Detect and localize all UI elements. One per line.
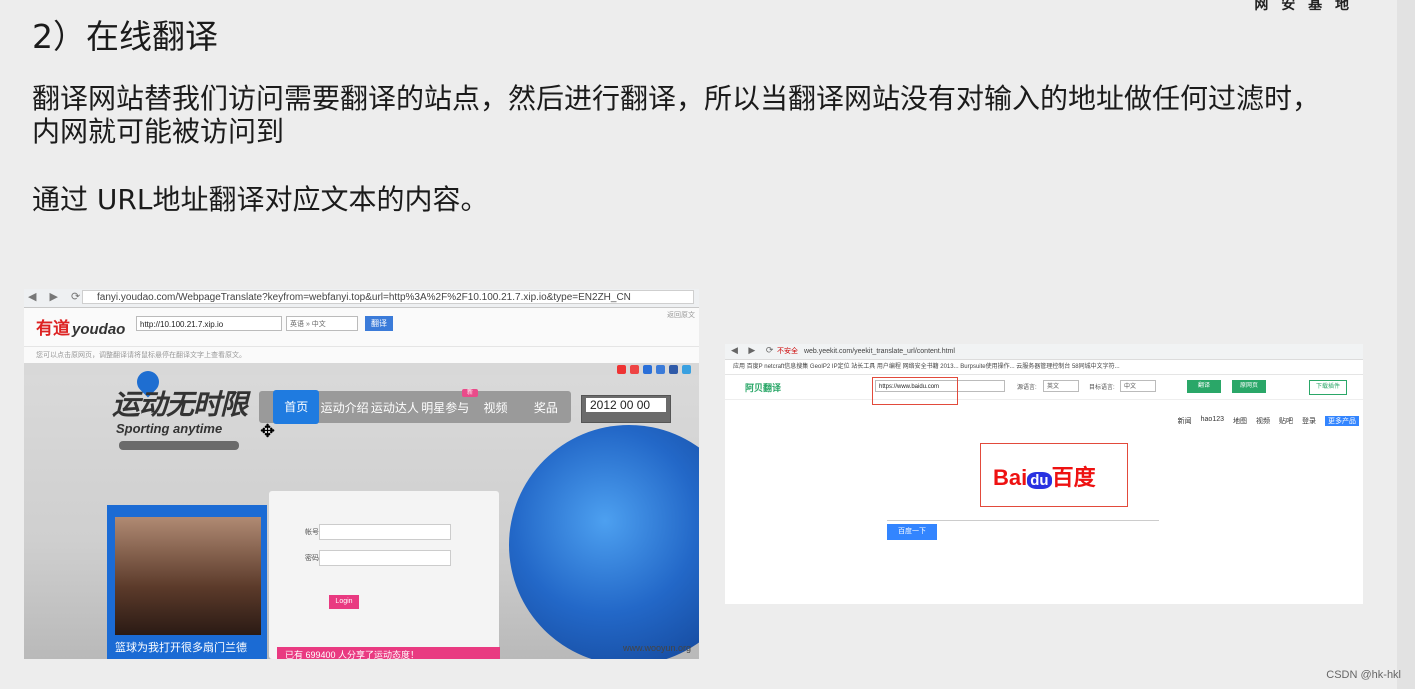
url-text: web.yeekit.com/yeekit_translate_url/cont… <box>803 348 955 355</box>
nav-arrows-icon[interactable]: ◀ ▶ ⟳ <box>28 290 85 303</box>
password-input[interactable] <box>319 550 451 566</box>
new-badge: 新 <box>462 389 478 397</box>
nav-intro[interactable]: 运动介绍 <box>319 399 369 416</box>
baidu-logo: Bai du 百度 <box>993 465 1096 490</box>
baidu-more-products[interactable]: 更多产品 <box>1325 416 1359 426</box>
login-panel: 帐号: 密码: Login 已有 699400 人分享了运动态度！ <box>269 491 500 659</box>
athlete-card[interactable]: 篮球为我打开很多扇门兰德 <box>107 505 267 659</box>
nav-video[interactable]: 视频 <box>470 399 520 416</box>
slide-edge <box>1397 0 1415 689</box>
globe-graphic <box>509 425 699 659</box>
slide-heading: 2）在线翻译 <box>32 17 218 56</box>
download-plugin-button[interactable]: 下载插件 <box>1309 380 1347 395</box>
share-strip <box>24 363 699 375</box>
weibo-icon[interactable] <box>617 365 626 374</box>
url-input[interactable]: http://10.100.21.7.xip.io <box>136 316 282 331</box>
baidu-link-login[interactable]: 登录 <box>1302 416 1316 426</box>
baidu-link-video[interactable]: 视频 <box>1256 416 1270 426</box>
athlete-photo <box>115 517 261 635</box>
nav-stars[interactable]: 明星参与 <box>420 399 470 416</box>
share-count-banner: 已有 699400 人分享了运动态度！ <box>277 647 500 659</box>
browser-chrome: ◀ ▶ ⟳ fanyi.youdao.com/WebpageTranslate?… <box>24 289 699 308</box>
highlight-box <box>872 377 958 405</box>
browser-address-bar[interactable]: 不安全 web.yeekit.com/yeekit_translate_url/… <box>777 346 1187 357</box>
credit-text: CSDN @hk-hkl <box>1326 669 1401 681</box>
nav-prizes[interactable]: 奖品 <box>521 399 571 416</box>
nav-arrows-icon[interactable]: ◀ ▶ ⟳ <box>731 345 777 356</box>
browser-chrome: ◀ ▶ ⟳ 不安全 web.yeekit.com/yeekit_translat… <box>725 344 1363 360</box>
insecure-label: 不安全 <box>777 348 798 355</box>
login-button[interactable]: Login <box>329 595 359 609</box>
tencent-icon[interactable] <box>630 365 639 374</box>
facebook-icon[interactable] <box>669 365 678 374</box>
translated-page: 运动无时限 Sporting anytime 首页 运动介绍 运动达人 明星参与… <box>24 363 699 659</box>
twitter-icon[interactable] <box>682 365 691 374</box>
source-language-select[interactable]: 英文 <box>1043 380 1079 392</box>
athlete-caption: 篮球为我打开很多扇门兰德 <box>115 641 247 654</box>
youdao-logo: 有道 youdao <box>36 319 126 338</box>
kaixin-icon[interactable] <box>656 365 665 374</box>
translate-button[interactable]: 翻译 <box>365 316 393 331</box>
target-language-select[interactable]: 中文 <box>1120 380 1156 392</box>
date-display: 2012 00 00 <box>581 395 671 423</box>
youdao-toolbar: 有道 youdao http://10.100.21.7.xip.io 英语 » … <box>24 308 699 347</box>
baidu-search-button[interactable]: 百度一下 <box>887 524 937 540</box>
account-input[interactable] <box>319 524 451 540</box>
site-nav: 首页 运动介绍 运动达人 明星参与 视频 奖品 <box>259 390 571 424</box>
yeekit-logo: 阿贝翻译 <box>745 383 782 393</box>
target-language-label: 目标语言: <box>1089 385 1115 391</box>
baidu-logo-highlight: Bai du 百度 <box>980 443 1128 507</box>
share-icons <box>617 365 691 374</box>
bookmarks-bar[interactable]: 应用 百度P netcraft信息搜集 GeoIP2 IP定位 站长工具 用户编… <box>725 360 1363 375</box>
yeekit-screenshot: ◀ ▶ ⟳ 不安全 web.yeekit.com/yeekit_translat… <box>725 344 1363 604</box>
slide-paragraph-1: 翻译网站替我们访问需要翻译的站点，然后进行翻译，所以当翻译网站没有对输入的地址做… <box>32 82 1321 148</box>
site-logo: 运动无时限 <box>112 389 248 420</box>
baidu-link-map[interactable]: 地图 <box>1233 416 1247 426</box>
nav-home[interactable]: 首页 <box>273 390 320 424</box>
translate-button[interactable]: 翻译 <box>1187 380 1221 393</box>
source-language-label: 源语言: <box>1017 385 1037 391</box>
renren-icon[interactable] <box>643 365 652 374</box>
youdao-screenshot: ◀ ▶ ⟳ fanyi.youdao.com/WebpageTranslate?… <box>24 289 699 659</box>
language-select[interactable]: 英语 » 中文 <box>286 316 358 331</box>
back-to-original-link[interactable]: 返回原文 <box>667 310 695 320</box>
move-cursor-icon: ✥ <box>260 421 276 441</box>
original-page-button[interactable]: 原网页 <box>1232 380 1266 393</box>
watermark-logo: 网 安 基 地 <box>1254 0 1353 13</box>
baidu-link-hao123[interactable]: hao123 <box>1201 416 1224 426</box>
slide-paragraph-2: 通过 URL地址翻译对应文本的内容。 <box>32 183 489 216</box>
baidu-search-input[interactable] <box>887 507 1159 521</box>
baidu-top-links: 新闻 hao123 地图 视频 贴吧 登录 更多产品 <box>1178 416 1359 426</box>
baidu-link-tieba[interactable]: 贴吧 <box>1279 416 1293 426</box>
site-tagline-bar <box>119 441 239 450</box>
nav-experts[interactable]: 运动达人 <box>370 399 420 416</box>
browser-address-bar[interactable]: fanyi.youdao.com/WebpageTranslate?keyfro… <box>82 290 694 304</box>
yeekit-toolbar: 阿贝翻译 https://www.baidu.com 源语言: 英文 目标语言:… <box>725 375 1363 405</box>
baidu-paw-icon: du <box>1027 472 1052 489</box>
date-text: 2012 00 00 <box>586 398 666 412</box>
site-subtitle: Sporting anytime <box>116 421 223 436</box>
footer-domain: www.wooyun.org <box>622 643 691 653</box>
baidu-link-news[interactable]: 新闻 <box>1178 416 1192 426</box>
